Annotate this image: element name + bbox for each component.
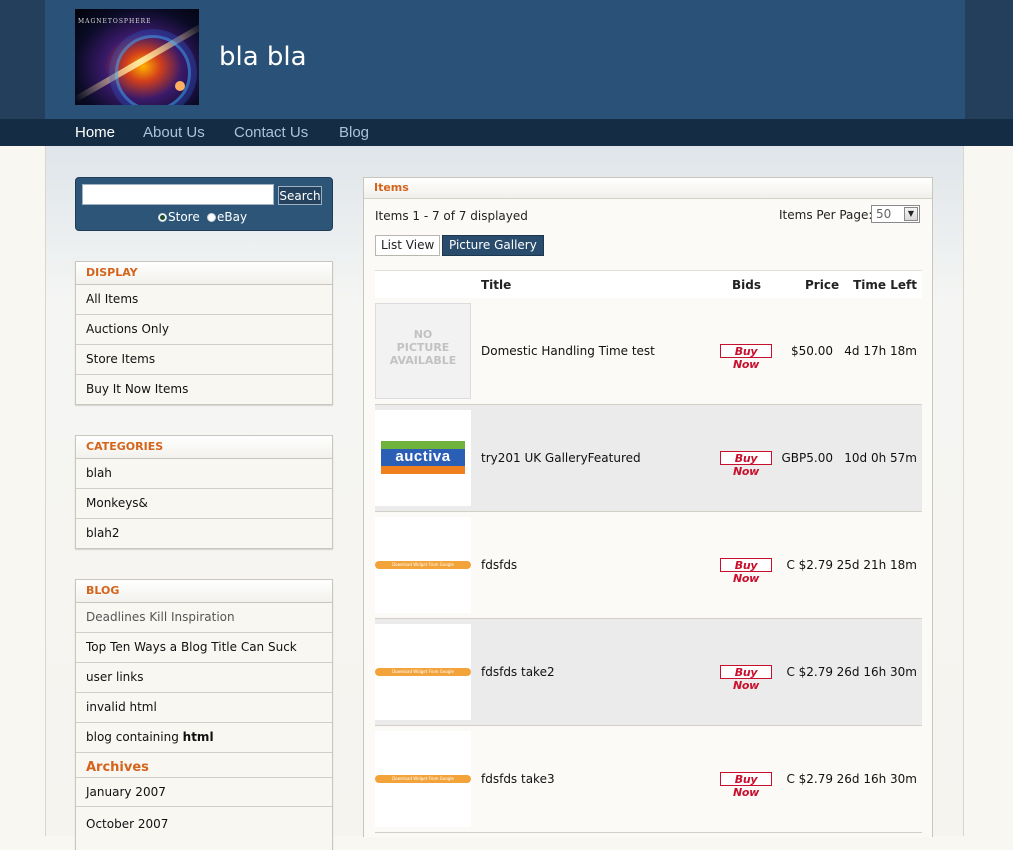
- blog-heading: BLOG: [76, 580, 332, 603]
- display-all-items[interactable]: All Items: [76, 285, 332, 315]
- widget-banner-text: Download Widget From Google: [392, 669, 454, 674]
- column-bids[interactable]: Bids: [732, 278, 761, 292]
- column-price[interactable]: Price: [805, 278, 839, 292]
- items-per-page-label: Items Per Page:: [779, 208, 873, 222]
- search-button[interactable]: Search: [278, 186, 322, 205]
- item-title[interactable]: try201 UK GalleryFeatured: [481, 451, 641, 465]
- ebay-radio-label: eBay: [217, 210, 248, 224]
- search-input[interactable]: [82, 184, 274, 205]
- item-price: C $2.79: [786, 665, 833, 679]
- display-buy-it-now[interactable]: Buy It Now Items: [76, 375, 332, 404]
- table-row[interactable]: Download Widget From Google fdsfds take3…: [375, 726, 922, 833]
- no-picture-text: AVAILABLE: [389, 354, 457, 367]
- category-item[interactable]: blah2: [76, 519, 332, 548]
- logo-ring: [115, 35, 191, 105]
- column-time-left[interactable]: Time Left: [853, 278, 917, 292]
- logo-planet: [175, 81, 185, 91]
- blog-post-link[interactable]: Top Ten Ways a Blog Title Can Suck: [76, 633, 332, 663]
- display-auctions-only[interactable]: Auctions Only: [76, 315, 332, 345]
- buy-now-badge: Buy Now: [720, 451, 772, 478]
- item-time-left: 25d 21h 18m: [836, 558, 917, 572]
- ebay-radio[interactable]: [207, 213, 216, 222]
- search-box: Search Store eBay: [75, 177, 333, 231]
- archives-heading: Archives: [76, 753, 332, 778]
- blog-post-link[interactable]: Deadlines Kill Inspiration: [76, 603, 332, 633]
- item-price: $50.00: [791, 344, 833, 358]
- nav-blog[interactable]: Blog: [339, 124, 369, 141]
- widget-banner-text: Download Widget From Google: [392, 562, 454, 567]
- no-picture-text: PICTURE: [396, 341, 450, 354]
- chevron-down-icon[interactable]: ▼: [904, 207, 918, 221]
- item-thumbnail[interactable]: Download Widget From Google: [375, 517, 471, 613]
- nav-home[interactable]: Home: [75, 124, 115, 141]
- buy-now-badge: Buy Now: [720, 665, 772, 692]
- display-panel: DISPLAY All Items Auctions Only Store It…: [75, 261, 333, 405]
- table-row[interactable]: Download Widget From Google fdsfds Buy N…: [375, 512, 922, 619]
- logo-caption: MAGNETOSPHERE: [78, 18, 152, 25]
- no-picture-text: NO: [413, 328, 433, 341]
- items-per-page-value: 50: [876, 207, 892, 221]
- item-time-left: 10d 0h 57m: [844, 451, 917, 465]
- no-picture-thumbnail[interactable]: NO PICTURE AVAILABLE: [375, 303, 471, 399]
- blog-post-link[interactable]: user links: [76, 663, 332, 693]
- items-heading: Items: [364, 178, 932, 199]
- archive-link[interactable]: October 2007: [76, 807, 332, 835]
- blog-post-bold: html: [182, 730, 214, 744]
- table-row[interactable]: auctiva try201 UK GalleryFeatured Buy No…: [375, 405, 922, 512]
- picture-gallery-button[interactable]: Picture Gallery: [442, 235, 544, 256]
- items-count: Items 1 - 7 of 7 displayed: [375, 209, 528, 223]
- blog-panel: BLOG Deadlines Kill Inspiration Top Ten …: [75, 579, 333, 850]
- items-panel: Items Items 1 - 7 of 7 displayed Items P…: [363, 177, 933, 837]
- blog-post-link[interactable]: blog containing html: [76, 723, 332, 753]
- item-time-left: 26d 16h 30m: [836, 665, 917, 679]
- table-row[interactable]: NO PICTURE AVAILABLE Domestic Handling T…: [375, 298, 922, 405]
- item-price: C $2.79: [786, 772, 833, 786]
- nav-about-us[interactable]: About Us: [143, 124, 205, 141]
- category-item[interactable]: blah: [76, 459, 332, 489]
- item-title[interactable]: Domestic Handling Time test: [481, 344, 655, 358]
- item-time-left: 26d 16h 30m: [836, 772, 917, 786]
- buy-now-badge: Buy Now: [720, 558, 772, 585]
- category-item[interactable]: Monkeys&: [76, 489, 332, 519]
- buy-now-badge: Buy Now: [720, 344, 772, 371]
- item-price: GBP5.00: [781, 451, 834, 465]
- blog-post-text: blog containing: [86, 730, 179, 744]
- item-title[interactable]: fdsfds: [481, 558, 517, 572]
- item-thumbnail[interactable]: auctiva: [375, 410, 471, 506]
- widget-banner-text: Download Widget From Google: [392, 776, 454, 781]
- items-table-header: Title Bids Price Time Left: [375, 270, 922, 299]
- blog-post-link[interactable]: invalid html: [76, 693, 332, 723]
- archive-link[interactable]: January 2007: [76, 778, 332, 807]
- column-title[interactable]: Title: [481, 278, 511, 292]
- items-per-page-select[interactable]: 50 ▼: [871, 205, 920, 223]
- table-row[interactable]: Download Widget From Google fdsfds take2…: [375, 619, 922, 726]
- store-radio[interactable]: [158, 213, 167, 222]
- item-thumbnail[interactable]: Download Widget From Google: [375, 624, 471, 720]
- list-view-button[interactable]: List View: [375, 235, 441, 256]
- main-nav: Home About Us Contact Us Blog: [0, 119, 1013, 146]
- search-option-store[interactable]: Store: [158, 210, 200, 224]
- store-radio-label: Store: [168, 210, 200, 224]
- categories-panel: CATEGORIES blah Monkeys& blah2: [75, 435, 333, 549]
- display-heading: DISPLAY: [76, 262, 332, 285]
- auctiva-logo-text: auctiva: [395, 448, 451, 465]
- item-thumbnail[interactable]: Download Widget From Google: [375, 731, 471, 827]
- buy-now-badge: Buy Now: [720, 772, 772, 799]
- display-store-items[interactable]: Store Items: [76, 345, 332, 375]
- nav-contact-us[interactable]: Contact Us: [234, 124, 308, 141]
- search-option-ebay[interactable]: eBay: [207, 210, 247, 224]
- site-logo[interactable]: MAGNETOSPHERE: [75, 9, 199, 105]
- categories-heading: CATEGORIES: [76, 436, 332, 459]
- item-title[interactable]: fdsfds take3: [481, 772, 555, 786]
- item-time-left: 4d 17h 18m: [844, 344, 917, 358]
- item-title[interactable]: fdsfds take2: [481, 665, 555, 679]
- item-price: C $2.79: [786, 558, 833, 572]
- site-title: bla bla: [219, 42, 307, 72]
